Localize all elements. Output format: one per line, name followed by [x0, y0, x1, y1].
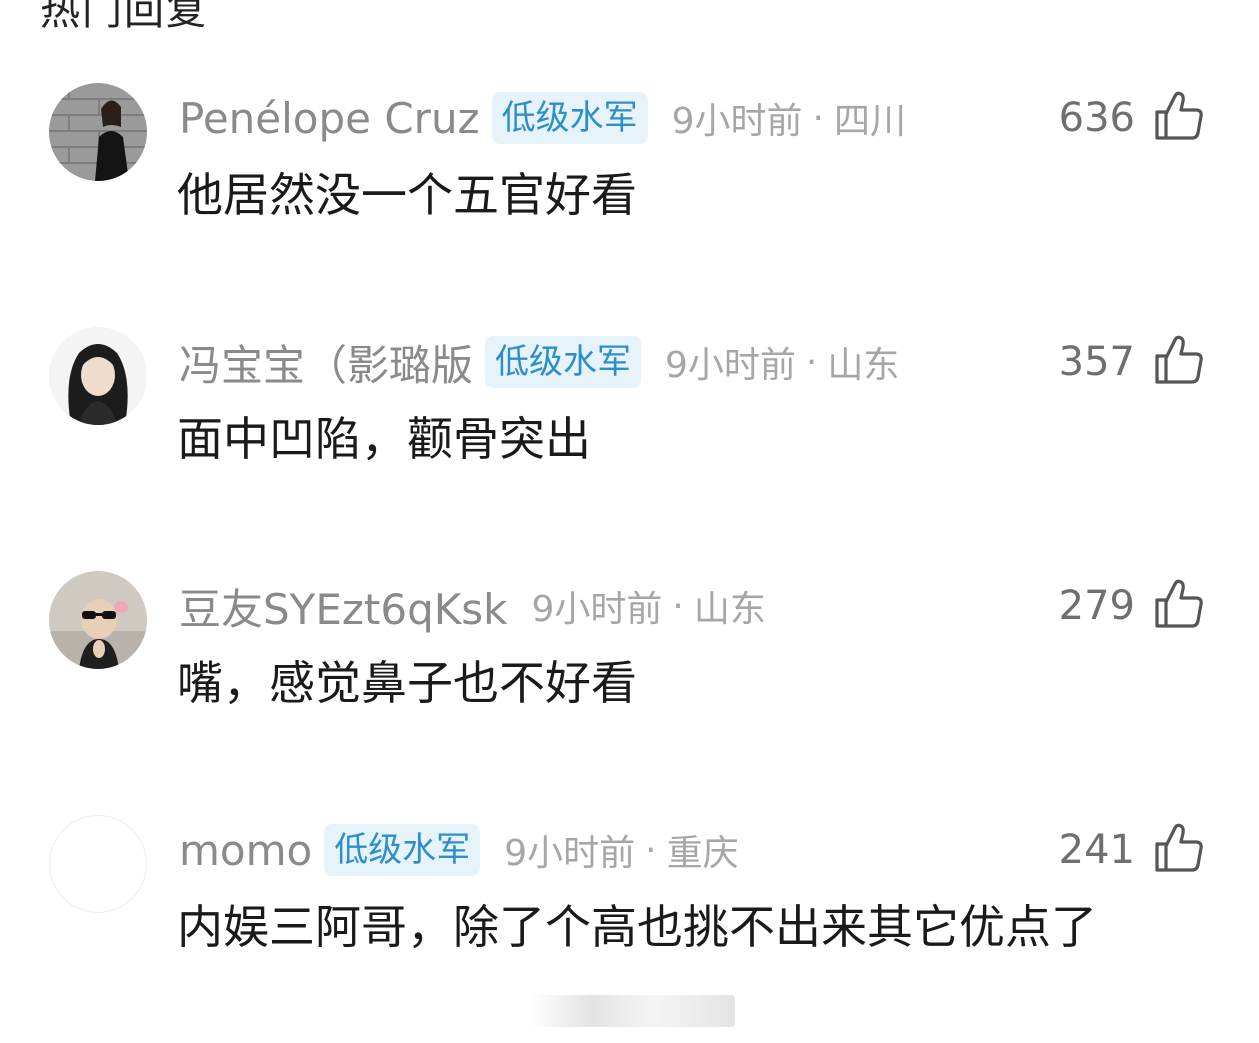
comment-meta: Penélope Cruz 低级水军 9小时前 · 四川	[179, 88, 906, 148]
thumbs-up-icon[interactable]	[1153, 334, 1205, 386]
like-count: 279	[1058, 583, 1135, 629]
user-badge: 低级水军	[324, 824, 481, 876]
user-badge: 低级水军	[491, 92, 648, 144]
avatar[interactable]	[49, 83, 147, 181]
avatar[interactable]	[49, 327, 147, 425]
timestamp: 9小时前	[665, 345, 796, 386]
comment-meta: 豆友SYEzt6qKsk 9小时前 · 山东	[179, 576, 766, 636]
username[interactable]: momo	[179, 826, 312, 875]
avatar[interactable]	[49, 571, 147, 669]
meta-separator: ·	[805, 341, 818, 383]
scroll-fade-overlay	[530, 995, 735, 1027]
username[interactable]: 豆友SYEzt6qKsk	[179, 576, 508, 637]
comment-text: 面中凹陷，颧骨突出	[177, 412, 591, 466]
timestamp: 9小时前	[531, 589, 663, 630]
timestamp: 9小时前	[504, 833, 636, 874]
meta-separator: ·	[812, 97, 824, 139]
meta-separator: ·	[645, 829, 657, 871]
thumbs-up-icon[interactable]	[1153, 578, 1205, 630]
location: 四川	[833, 101, 906, 142]
section-title: 热门回复	[40, 0, 208, 34]
like-count: 241	[1058, 827, 1135, 873]
thumbs-up-icon[interactable]	[1153, 90, 1205, 142]
thumbs-up-icon[interactable]	[1153, 822, 1205, 874]
comment-text: 他居然没一个五官好看	[177, 168, 637, 222]
meta-separator: ·	[672, 585, 684, 627]
username[interactable]: 冯宝宝（影璐版	[179, 332, 473, 393]
comment-text: 嘴，感觉鼻子也不好看	[177, 656, 637, 710]
comment-meta: momo 低级水军 9小时前 · 重庆	[179, 820, 739, 880]
username[interactable]: Penélope Cruz	[179, 94, 480, 143]
comment-text: 内娱三阿哥，除了个高也挑不出来其它优点了	[177, 900, 1097, 954]
location: 重庆	[666, 833, 739, 874]
avatar[interactable]	[49, 815, 147, 913]
like-count: 357	[1058, 339, 1135, 385]
comment-meta: 冯宝宝（影璐版 低级水军 9小时前 · 山东	[179, 332, 899, 392]
like-count: 636	[1058, 95, 1135, 141]
user-badge: 低级水军	[485, 336, 642, 388]
location: 山东	[693, 589, 766, 630]
location: 山东	[827, 345, 900, 386]
timestamp: 9小时前	[671, 101, 803, 142]
